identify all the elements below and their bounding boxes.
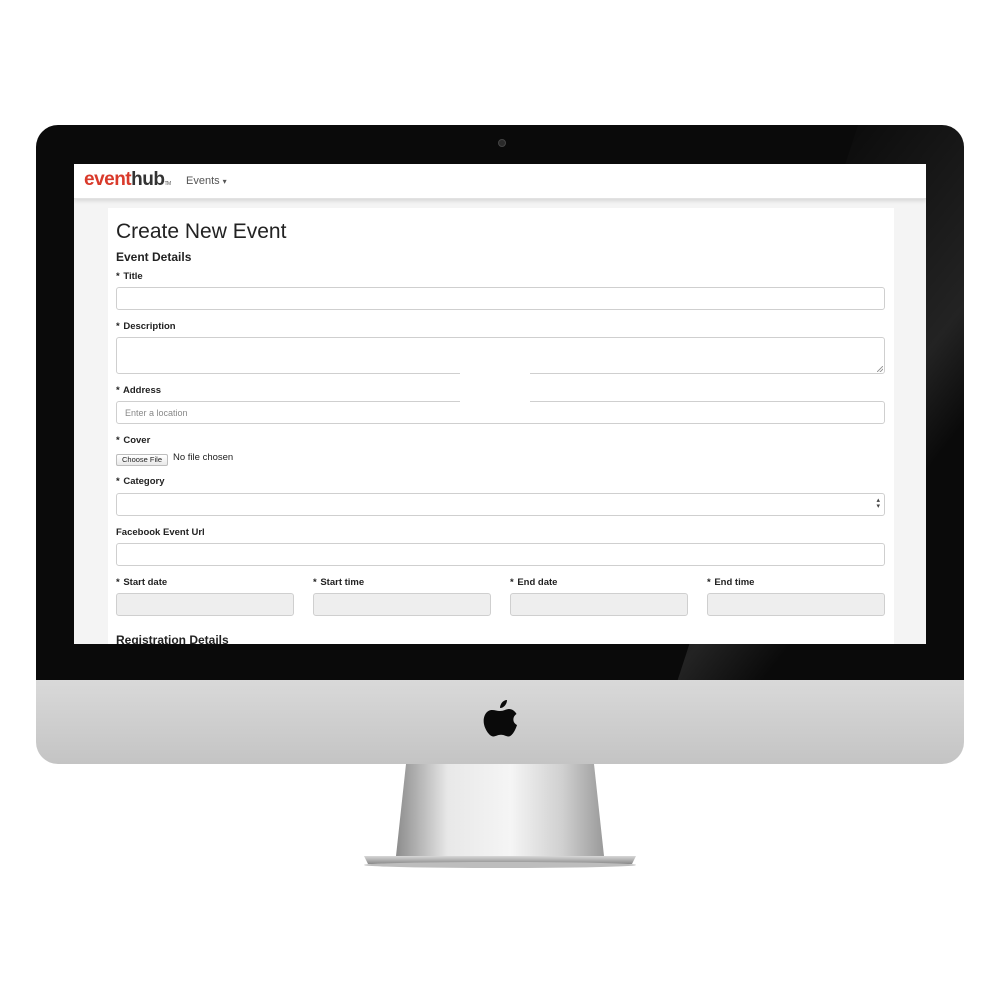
apple-logo-icon [483,700,517,737]
monitor-stand [364,764,636,868]
required-mark: * [510,577,514,588]
choose-file-button[interactable]: Choose File [116,454,168,466]
required-mark: * [116,577,120,588]
required-mark: * [116,271,120,282]
required-mark: * [313,577,317,588]
end-date-input[interactable] [510,593,688,616]
logo-text-event: event [84,169,132,190]
start-time-label-text: Start time [320,577,365,588]
browser-viewport: eventhubTM Events ▾ Create New Event Even… [74,164,926,644]
address-label-text: Address [123,385,162,396]
page-title: Create New Event [116,220,287,243]
category-label-text: Category [123,476,165,487]
end-date-label: * End date [510,577,557,588]
facebook-url-label: Facebook Event Url [116,527,205,538]
end-time-input[interactable] [707,593,885,616]
facebook-url-input[interactable] [116,543,885,566]
top-navbar: eventhubTM Events ▾ [74,164,926,199]
description-textarea[interactable] [116,337,885,374]
logo-trademark: TM [164,181,171,187]
title-input[interactable] [116,287,885,310]
cover-label-text: Cover [123,435,151,446]
file-status-text: No file chosen [173,452,234,463]
start-date-input[interactable] [116,593,294,616]
title-label: * Title [116,271,143,282]
section-title-event-details: Event Details [116,250,192,264]
cover-label: * Cover [116,435,150,446]
section-title-registration-details: Registration Details [116,633,229,644]
start-time-label: * Start time [313,577,364,588]
start-date-label-text: Start date [123,577,168,588]
end-time-label-text: End time [714,577,755,588]
facebook-url-label-text: Facebook Event Url [116,527,205,538]
caret-down-icon: ▾ [222,177,227,186]
description-label: * Description [116,321,176,332]
events-dropdown[interactable]: Events ▾ [186,175,227,187]
end-date-label-text: End date [517,577,558,588]
events-dropdown-label: Events [186,175,220,187]
camera-icon [498,139,506,147]
rendering-gap [460,372,530,376]
description-label-text: Description [123,321,176,332]
title-label-text: Title [123,271,143,282]
category-select[interactable]: ▴ ▾ [116,493,885,516]
end-time-label: * End time [707,577,754,588]
create-event-form: Create New Event Event Details * Title *… [108,208,894,644]
required-mark: * [116,435,120,446]
required-mark: * [707,577,711,588]
start-date-label: * Start date [116,577,167,588]
category-label: * Category [116,476,165,487]
select-arrows-icon: ▴ ▾ [876,497,880,510]
address-input[interactable]: Enter a location [116,401,885,424]
address-label: * Address [116,385,161,396]
logo-text-hub: hub [131,169,165,190]
address-placeholder: Enter a location [125,408,188,418]
required-mark: * [116,385,120,396]
start-time-input[interactable] [313,593,491,616]
rendering-gap [460,400,530,404]
resize-handle-icon[interactable] [877,366,883,372]
required-mark: * [116,321,120,332]
eventhub-logo[interactable]: eventhubTM [84,169,171,191]
required-mark: * [116,476,120,487]
